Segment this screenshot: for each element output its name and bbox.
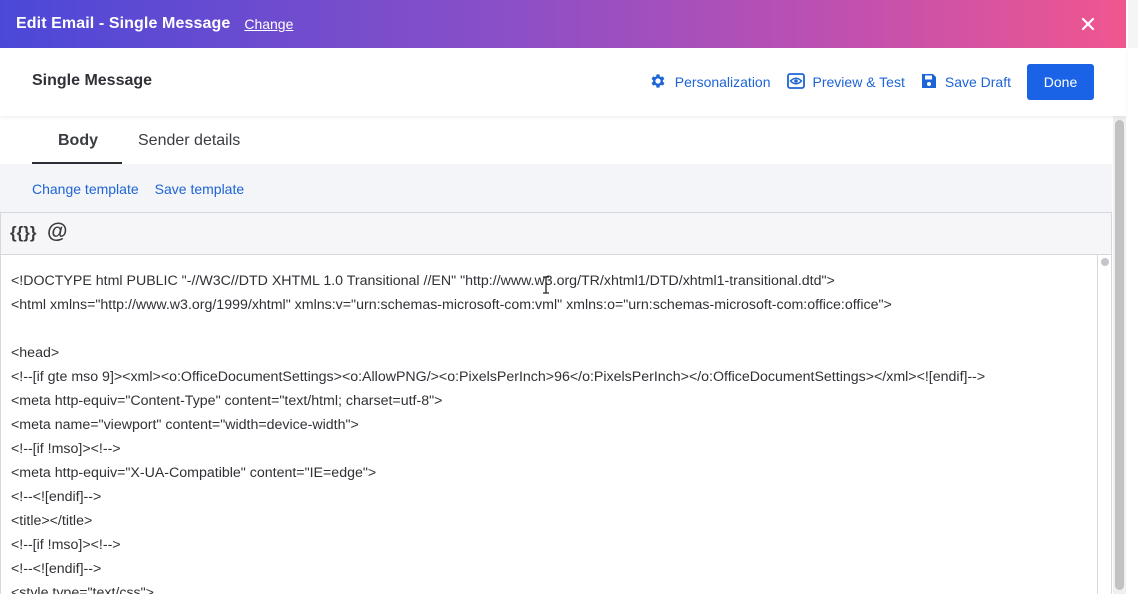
- code-editor: {{}} @ <!DOCTYPE html PUBLIC "-//W3C//DT…: [0, 212, 1112, 594]
- tab-sender-details[interactable]: Sender details: [138, 132, 240, 150]
- editor-scrollbar[interactable]: [1097, 255, 1111, 594]
- code-line: <!--<![endif]-->: [11, 489, 102, 505]
- code-line: <meta http-equiv="Content-Type" content=…: [11, 393, 443, 409]
- code-line: <html xmlns="http://www.w3.org/1999/xhtm…: [11, 297, 892, 313]
- modal-titlebar: Edit Email - Single Message Change: [0, 0, 1126, 48]
- gear-icon: [649, 72, 675, 93]
- header-actions: Personalization Preview & Test Save Draf…: [649, 64, 1094, 100]
- code-line: <meta http-equiv="X-UA-Compatible" conte…: [11, 465, 377, 481]
- personalization-label: Personalization: [674, 74, 771, 90]
- personalization-button[interactable]: Personalization: [649, 64, 771, 100]
- code-line: <!--[if !mso]><!-->: [11, 441, 121, 457]
- page-scrollbar[interactable]: [1113, 116, 1126, 594]
- scrollbar-thumb[interactable]: [1115, 120, 1124, 590]
- eye-icon: [786, 72, 813, 92]
- code-line: <style type="text/css">: [11, 585, 154, 594]
- code-line: <head>: [11, 345, 60, 361]
- floppy-disk-icon: [921, 73, 945, 92]
- code-line: <!--[if gte mso 9]><xml><o:OfficeDocumen…: [11, 369, 986, 385]
- modal-title: Edit Email - Single Message: [16, 15, 231, 32]
- code-line: <!DOCTYPE html PUBLIC "-//W3C//DTD XHTML…: [11, 273, 835, 289]
- tab-body[interactable]: Body: [58, 132, 98, 150]
- code-line: <meta name="viewport" content="width=dev…: [11, 417, 359, 433]
- change-link[interactable]: Change: [244, 16, 293, 32]
- code-line: <!--[if !mso]><!-->: [11, 537, 121, 553]
- active-tab-indicator: [32, 162, 122, 164]
- save-template-link[interactable]: Save template: [155, 181, 245, 197]
- page-edge: [1126, 0, 1140, 594]
- editor-header: Single Message Personalization Preview &…: [0, 48, 1126, 116]
- template-links: Change template Save template: [32, 181, 244, 197]
- code-line: <title></title>: [11, 513, 93, 529]
- code-line: <!--<![endif]-->: [11, 561, 102, 577]
- page-title: Single Message: [32, 72, 153, 89]
- preview-test-button[interactable]: Preview & Test: [786, 64, 905, 100]
- mention-button[interactable]: @: [47, 220, 67, 244]
- save-draft-label: Save Draft: [944, 74, 1011, 90]
- editor-content: Body Sender details Change template Save…: [0, 116, 1112, 594]
- save-draft-button[interactable]: Save Draft: [921, 64, 1011, 100]
- done-button[interactable]: Done: [1027, 64, 1094, 100]
- preview-test-label: Preview & Test: [812, 74, 905, 90]
- change-template-link[interactable]: Change template: [32, 181, 139, 197]
- code-text-area[interactable]: <!DOCTYPE html PUBLIC "-//W3C//DTD XHTML…: [11, 269, 1091, 594]
- merge-tag-button[interactable]: {{}}: [10, 223, 36, 243]
- editor-toolbar: {{}} @: [1, 213, 1111, 255]
- close-icon[interactable]: [1076, 12, 1100, 36]
- tab-bar: Body Sender details: [0, 116, 1112, 164]
